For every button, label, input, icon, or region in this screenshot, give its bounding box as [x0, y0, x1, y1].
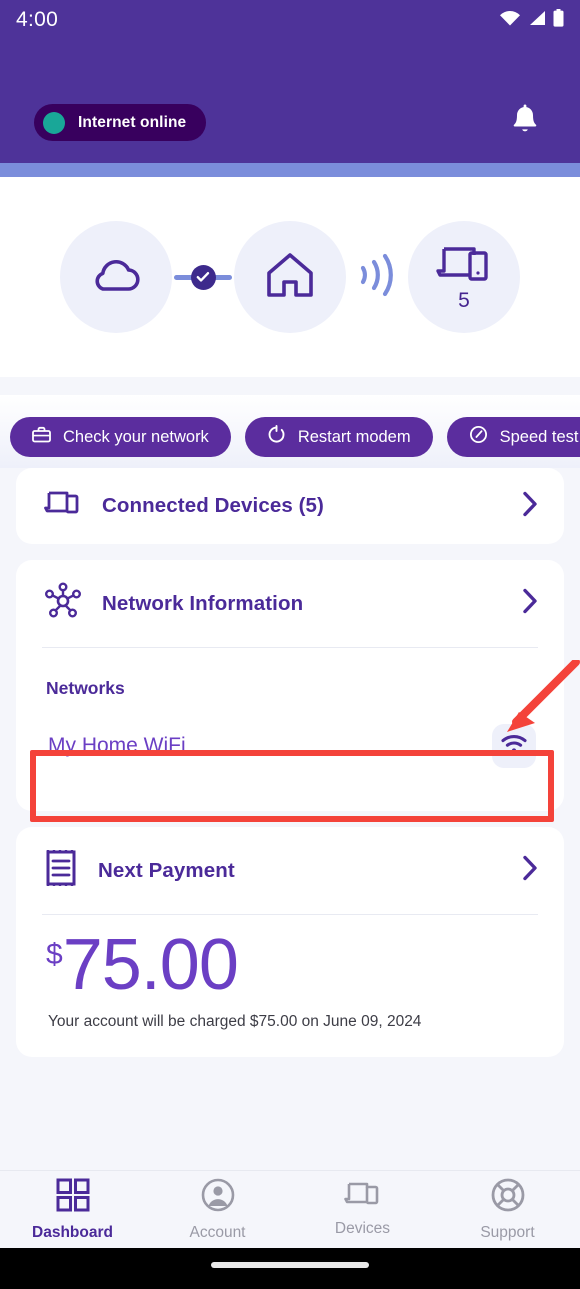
wifi-toggle-button[interactable] [492, 724, 536, 768]
wifi-waves-icon [353, 247, 401, 308]
next-payment-amount: $ 75.00 [16, 915, 564, 1005]
chevron-right-icon[interactable] [522, 588, 538, 619]
check-your-network-label: Check your network [63, 427, 209, 446]
network-information-header[interactable]: Network Information [16, 560, 564, 647]
nav-item-dashboard[interactable]: Dashboard [0, 1178, 145, 1242]
check-your-network-button[interactable]: Check your network [10, 417, 231, 457]
notifications-button[interactable] [506, 104, 544, 142]
wifi-icon [499, 10, 521, 31]
diagram-node-home [234, 221, 346, 333]
quick-actions-row: Check your network Restart modem Speed t… [0, 395, 580, 468]
grid-icon [56, 1178, 90, 1217]
speed-test-label: Speed test [499, 427, 579, 446]
chevron-right-icon[interactable] [522, 491, 538, 522]
person-icon [201, 1178, 235, 1217]
nav-item-devices[interactable]: Devices [290, 1181, 435, 1238]
home-icon [263, 250, 317, 305]
amount-value: 75.00 [62, 925, 239, 1005]
restart-modem-button[interactable]: Restart modem [244, 417, 433, 457]
devices-icon [343, 1181, 382, 1213]
diagram-node-cloud [60, 221, 172, 333]
network-diagram: 5 [0, 177, 580, 377]
network-information-card[interactable]: Network Information Networks My Home WiF… [16, 560, 564, 811]
check-circle-icon [190, 264, 216, 290]
network-information-title: Network Information [102, 591, 304, 615]
networks-section-spacer [16, 777, 564, 811]
next-payment-card[interactable]: Next Payment $ 75.00 Your account will b… [16, 827, 564, 1058]
internet-status-pill[interactable]: Internet online [34, 104, 207, 141]
status-bar-icons [499, 8, 564, 32]
bell-icon [509, 104, 541, 143]
receipt-icon [44, 849, 78, 892]
system-gesture-bar [0, 1248, 580, 1289]
connected-devices-card[interactable]: Connected Devices (5) [16, 468, 564, 544]
bottom-navigation-bar: Dashboard Account Devices Support [0, 1170, 580, 1248]
next-payment-note: Your account will be charged $75.00 on J… [48, 1013, 422, 1031]
diagram-wireless-waves [346, 247, 408, 308]
diagram-node-devices: 5 [408, 221, 520, 333]
restart-modem-label: Restart modem [297, 427, 411, 446]
nav-label-dashboard: Dashboard [32, 1223, 113, 1241]
internet-status-label: Internet online [78, 113, 187, 131]
chevron-right-icon[interactable] [522, 855, 538, 886]
dashboard-content: Connected Devices (5) Network Informatio… [0, 468, 580, 1073]
network-name-label: My Home WiFi [48, 734, 186, 757]
cellular-signal-icon [528, 10, 546, 31]
status-bar-clock: 4:00 [16, 8, 59, 31]
system-status-bar: 4:00 [0, 0, 580, 40]
nav-item-account[interactable]: Account [145, 1178, 290, 1242]
device-count-label: 5 [458, 288, 470, 312]
connected-devices-header[interactable]: Connected Devices (5) [16, 468, 564, 544]
devices-icon [436, 244, 492, 289]
speed-test-button[interactable]: Speed test [446, 417, 580, 457]
toolbox-icon [32, 426, 51, 448]
lifebuoy-icon [491, 1178, 525, 1217]
speedometer-icon [469, 425, 488, 449]
app-header: 4:00 Internet online [0, 0, 580, 163]
gesture-home-indicator[interactable] [211, 1262, 369, 1268]
connected-devices-title: Connected Devices (5) [102, 494, 324, 517]
nav-label-support: Support [480, 1223, 535, 1241]
networks-section-label: Networks [46, 678, 125, 698]
quick-actions-scroller[interactable]: Check your network Restart modem Speed t… [0, 395, 580, 468]
restart-icon [267, 425, 286, 449]
battery-icon [553, 8, 564, 32]
app-screen: 4:00 Internet online 5 Check your networ… [0, 0, 580, 1289]
network-hub-icon [44, 582, 82, 625]
diagram-link-cloud-home [172, 264, 234, 290]
nav-label-account: Account [189, 1223, 246, 1241]
network-list-item-my-home-wifi[interactable]: My Home WiFi [32, 715, 548, 777]
devices-icon [44, 490, 82, 522]
wifi-icon [501, 734, 527, 759]
cloud-icon [87, 254, 145, 301]
currency-symbol: $ [46, 938, 63, 971]
header-accent-strip [0, 163, 580, 177]
next-payment-title: Next Payment [98, 858, 235, 882]
nav-item-support[interactable]: Support [435, 1178, 580, 1242]
status-indicator-dot [43, 111, 65, 134]
nav-label-devices: Devices [334, 1220, 391, 1237]
next-payment-header[interactable]: Next Payment [16, 827, 564, 914]
